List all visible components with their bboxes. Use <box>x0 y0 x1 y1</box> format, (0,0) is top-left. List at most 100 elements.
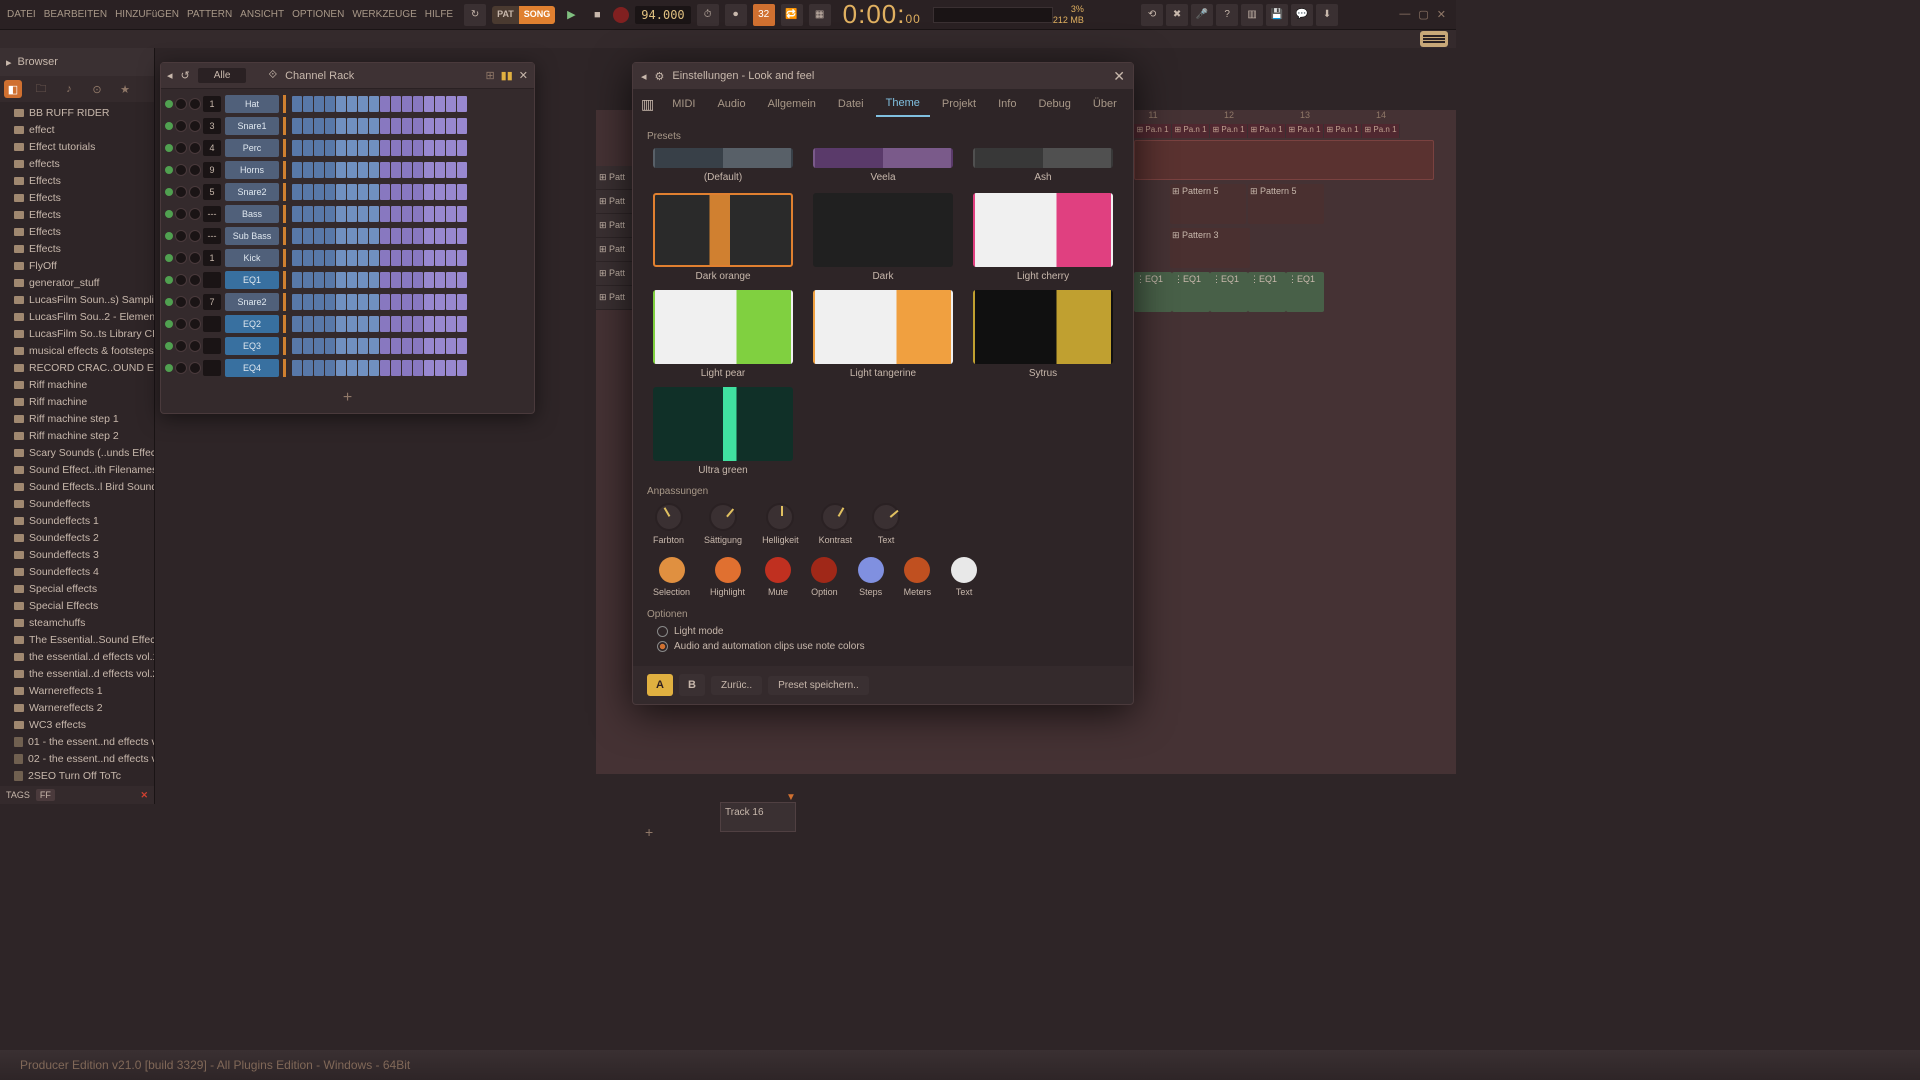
step-button[interactable] <box>369 118 379 134</box>
browser-item[interactable]: Riff machine <box>0 393 154 410</box>
step-button[interactable] <box>314 228 324 244</box>
browser-list[interactable]: BB RUFF RIDEReffectEffect tutorialseffec… <box>0 102 154 786</box>
preset-light-pear[interactable]: Light pear <box>647 290 799 379</box>
step-button[interactable] <box>446 272 456 288</box>
step-button[interactable] <box>292 250 302 266</box>
step-button[interactable] <box>402 316 412 332</box>
browser-item[interactable]: generator_stuff <box>0 274 154 291</box>
menu-ansicht[interactable]: ANSICHT <box>237 7 287 22</box>
channel-route[interactable] <box>203 338 221 354</box>
step-button[interactable] <box>380 294 390 310</box>
step-button[interactable] <box>358 96 368 112</box>
patt-item[interactable]: ⊞ Patt <box>596 286 636 310</box>
step-button[interactable] <box>336 228 346 244</box>
tab-info[interactable]: Info <box>988 92 1026 116</box>
pat-song-toggle[interactable]: PAT SONG <box>492 6 555 24</box>
step-button[interactable] <box>358 338 368 354</box>
step-button[interactable] <box>314 272 324 288</box>
channel-route[interactable]: --- <box>203 228 221 244</box>
channel-route[interactable]: 1 <box>203 96 221 112</box>
step-button[interactable] <box>325 228 335 244</box>
step-button[interactable] <box>435 360 445 376</box>
step-button[interactable] <box>391 162 401 178</box>
step-button[interactable] <box>391 228 401 244</box>
knob-helligkeit[interactable] <box>766 503 794 531</box>
step-sequencer-row[interactable] <box>292 228 467 244</box>
step-button[interactable] <box>347 228 357 244</box>
knob-text[interactable] <box>872 503 900 531</box>
patt-item[interactable]: ⊞ Patt <box>596 166 636 190</box>
color-swatch[interactable] <box>811 557 837 583</box>
step-button[interactable] <box>424 206 434 222</box>
clip-pattern5[interactable]: ⊞ Pattern 5 <box>1248 184 1324 224</box>
maximize-icon[interactable]: ▢ <box>1418 8 1428 21</box>
step-button[interactable] <box>336 338 346 354</box>
step-button[interactable] <box>325 96 335 112</box>
cr-close-icon[interactable]: ✕ <box>519 69 528 82</box>
step-button[interactable] <box>457 96 467 112</box>
step-sequencer-row[interactable] <box>292 162 467 178</box>
browser-item[interactable]: Riff machine <box>0 376 154 393</box>
step-sequencer-row[interactable] <box>292 316 467 332</box>
step-button[interactable] <box>424 338 434 354</box>
tab-ueber[interactable]: Über <box>1083 92 1127 116</box>
play-button[interactable]: ▶ <box>561 5 581 25</box>
channel-vol-knob[interactable] <box>189 98 201 110</box>
radio-icon[interactable] <box>657 641 668 652</box>
step-button[interactable] <box>391 294 401 310</box>
menu-hinzufuegen[interactable]: HINZUFüGEN <box>112 7 182 22</box>
browser-item[interactable]: LucasFilm Sou..2 - Elements <box>0 308 154 325</box>
step-button[interactable] <box>413 140 423 156</box>
step-button[interactable] <box>347 338 357 354</box>
step-button[interactable] <box>391 338 401 354</box>
minimize-icon[interactable]: — <box>1399 8 1410 21</box>
step-button[interactable] <box>391 316 401 332</box>
step-button[interactable] <box>413 96 423 112</box>
step-button[interactable] <box>391 184 401 200</box>
step-sequencer-row[interactable] <box>292 206 467 222</box>
step-button[interactable] <box>292 184 302 200</box>
step-button[interactable] <box>402 140 412 156</box>
option-light-mode[interactable]: Light mode <box>647 626 1119 637</box>
step-button[interactable] <box>314 360 324 376</box>
channel-pan-knob[interactable] <box>175 274 187 286</box>
settings-header[interactable]: ◂ ⚙ Einstellungen - Look and feel ✕ <box>633 63 1133 89</box>
browser-item[interactable]: the essential..d effects vol.1 <box>0 648 154 665</box>
step-button[interactable] <box>336 272 346 288</box>
step-button[interactable] <box>391 206 401 222</box>
step-button[interactable] <box>402 162 412 178</box>
step-button[interactable] <box>457 206 467 222</box>
step-button[interactable] <box>369 206 379 222</box>
step-button[interactable] <box>424 228 434 244</box>
channel-route[interactable]: 7 <box>203 294 221 310</box>
save-icon[interactable]: ✖ <box>1166 4 1188 26</box>
step-button[interactable] <box>358 360 368 376</box>
step-button[interactable] <box>446 206 456 222</box>
download-icon[interactable]: ⬇ <box>1316 4 1338 26</box>
browser-item[interactable]: Special effects <box>0 580 154 597</box>
menu-bearbeiten[interactable]: BEARBEITEN <box>41 7 110 22</box>
step-button[interactable] <box>292 316 302 332</box>
step-button[interactable] <box>303 228 313 244</box>
undo-icon[interactable]: ⟲ <box>1141 4 1163 26</box>
step-button[interactable] <box>325 338 335 354</box>
channel-vol-knob[interactable] <box>189 252 201 264</box>
back-icon[interactable]: ◂ <box>167 69 173 82</box>
step-button[interactable] <box>358 316 368 332</box>
step-button[interactable] <box>336 162 346 178</box>
channel-name-button[interactable]: Perc <box>225 139 279 157</box>
channel-pan-knob[interactable] <box>175 296 187 308</box>
step-button[interactable] <box>325 184 335 200</box>
track-16-header[interactable]: Track 16 <box>720 802 796 832</box>
menu-optionen[interactable]: OPTIONEN <box>289 7 347 22</box>
browser-item[interactable]: Effects <box>0 206 154 223</box>
step-button[interactable] <box>435 272 445 288</box>
channel-pan-knob[interactable] <box>175 340 187 352</box>
channel-led[interactable] <box>165 342 173 350</box>
browser-item[interactable]: FlyOff <box>0 257 154 274</box>
step-button[interactable] <box>325 250 335 266</box>
time-display[interactable]: 0:00:00 <box>843 0 921 30</box>
browser-item[interactable]: LucasFilm Soun..s) Sampling <box>0 291 154 308</box>
step-button[interactable] <box>336 316 346 332</box>
step-button[interactable] <box>292 162 302 178</box>
